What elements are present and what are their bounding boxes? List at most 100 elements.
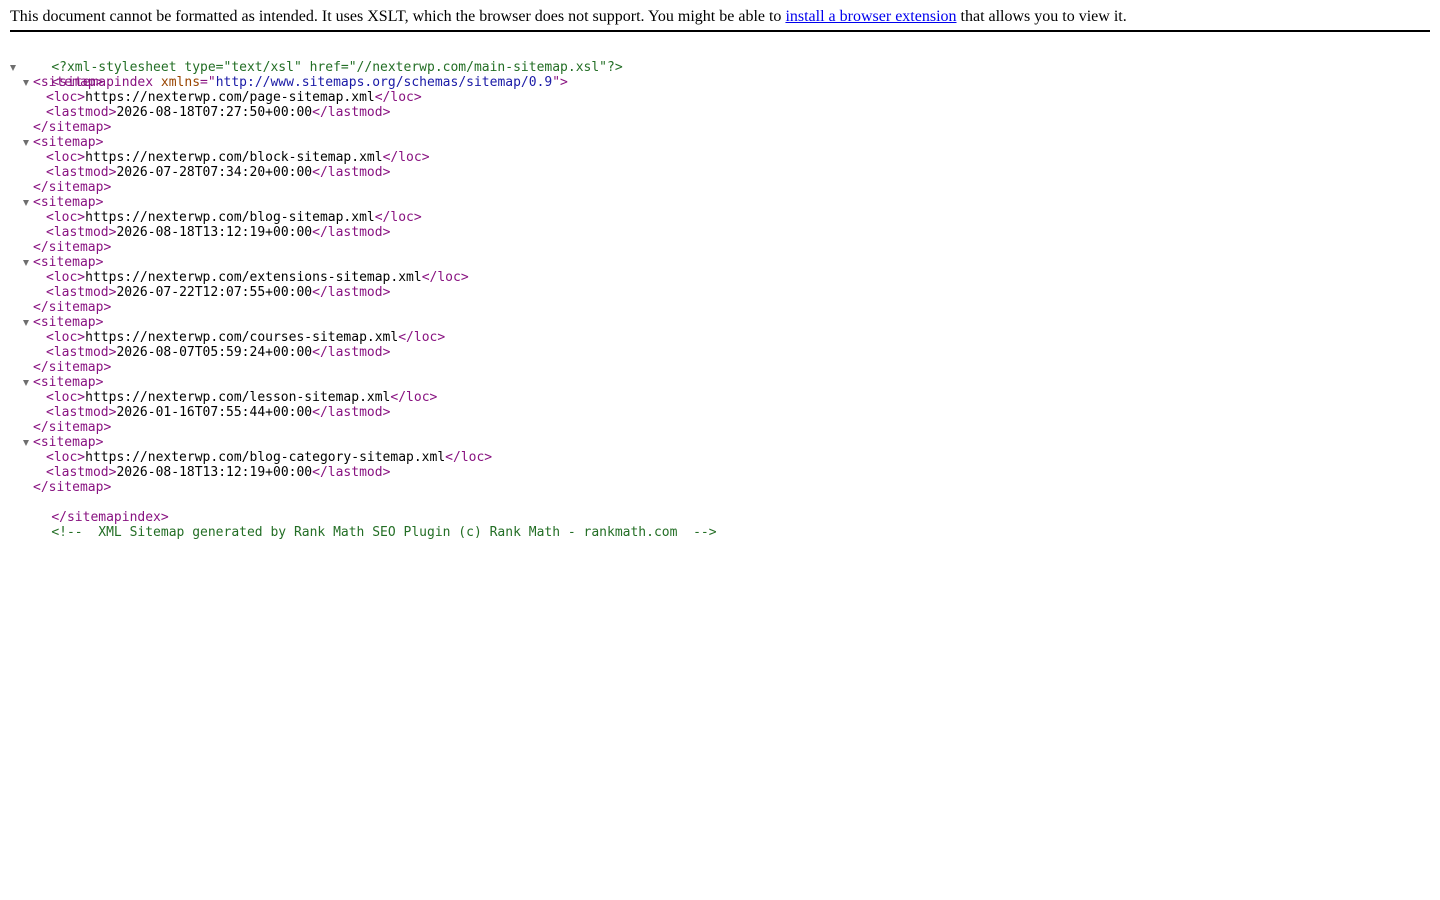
triangle-down-icon[interactable] xyxy=(22,135,32,150)
loc-close-tag: </loc> xyxy=(390,390,438,405)
loc-open-tag: <loc> xyxy=(46,390,86,405)
loc-line: <loc>https://nexterwp.com/page-sitemap.x… xyxy=(0,90,1440,105)
loc-close-tag: </loc> xyxy=(382,150,430,165)
triangle-down-icon[interactable] xyxy=(9,60,19,75)
loc-open-tag: <loc> xyxy=(46,90,86,105)
lastmod-open-tag: <lastmod> xyxy=(46,465,117,480)
sitemap-entry: <sitemap> <loc>https://nexterwp.com/lesso… xyxy=(0,375,1440,435)
lastmod-value: 2026-08-18T13:12:19+00:00 xyxy=(116,225,313,240)
lastmod-open-tag: <lastmod> xyxy=(46,165,117,180)
sitemap-open-line: <sitemap> xyxy=(0,195,1440,210)
lastmod-value: 2026-07-22T12:07:55+00:00 xyxy=(116,285,313,300)
xml-source-tree: <?xml-stylesheet type="text/xsl" href="/… xyxy=(0,45,1440,540)
sitemap-open-line: <sitemap> xyxy=(0,75,1440,90)
loc-line: <loc>https://nexterwp.com/lesson-sitemap… xyxy=(0,390,1440,405)
lastmod-open-tag: <lastmod> xyxy=(46,405,117,420)
lastmod-line: <lastmod>2026-08-07T05:59:24+00:00</last… xyxy=(0,345,1440,360)
banner-text-after: that allows you to view it. xyxy=(956,8,1127,25)
loc-line: <loc>https://nexterwp.com/courses-sitema… xyxy=(0,330,1440,345)
sitemap-entry: <sitemap> <loc>https://nexterwp.com/blog-… xyxy=(0,435,1440,495)
lastmod-value: 2026-01-16T07:55:44+00:00 xyxy=(116,405,313,420)
loc-open-tag: <loc> xyxy=(46,330,86,345)
sitemap-close-line: </sitemap> xyxy=(0,300,1440,315)
sitemap-open-tag: <sitemap> xyxy=(33,435,104,450)
lastmod-close-tag: </lastmod> xyxy=(312,405,391,420)
lastmod-open-tag: <lastmod> xyxy=(46,225,117,240)
lastmod-open-tag: <lastmod> xyxy=(46,105,117,120)
loc-close-tag: </loc> xyxy=(374,210,422,225)
lastmod-line: <lastmod>2026-07-22T12:07:55+00:00</last… xyxy=(0,285,1440,300)
sitemap-open-tag: <sitemap> xyxy=(33,75,104,90)
loc-open-tag: <loc> xyxy=(46,270,86,285)
sitemap-close-tag: </sitemap> xyxy=(33,360,112,375)
lastmod-close-tag: </lastmod> xyxy=(312,225,391,240)
sitemap-entry: <sitemap> <loc>https://nexterwp.com/exten… xyxy=(0,255,1440,315)
lastmod-close-tag: </lastmod> xyxy=(312,285,391,300)
loc-value: https://nexterwp.com/page-sitemap.xml xyxy=(85,90,375,105)
sitemap-open-tag: <sitemap> xyxy=(33,135,104,150)
lastmod-line: <lastmod>2026-01-16T07:55:44+00:00</last… xyxy=(0,405,1440,420)
sitemap-close-line: </sitemap> xyxy=(0,120,1440,135)
loc-open-tag: <loc> xyxy=(46,210,86,225)
triangle-down-icon[interactable] xyxy=(22,435,32,450)
loc-value: https://nexterwp.com/blog-category-sitem… xyxy=(85,450,446,465)
sitemap-list: <sitemap> <loc>https://nexterwp.com/page-… xyxy=(0,75,1440,495)
loc-line: <loc>https://nexterwp.com/extensions-sit… xyxy=(0,270,1440,285)
lastmod-value: 2026-07-28T07:34:20+00:00 xyxy=(116,165,313,180)
loc-value: https://nexterwp.com/lesson-sitemap.xml xyxy=(85,390,391,405)
triangle-down-icon[interactable] xyxy=(22,375,32,390)
lastmod-open-tag: <lastmod> xyxy=(46,345,117,360)
loc-line: <loc>https://nexterwp.com/blog-sitemap.x… xyxy=(0,210,1440,225)
lastmod-line: <lastmod>2026-07-28T07:34:20+00:00</last… xyxy=(0,165,1440,180)
sitemap-close-line: </sitemap> xyxy=(0,180,1440,195)
loc-close-tag: </loc> xyxy=(421,270,469,285)
loc-value: https://nexterwp.com/courses-sitemap.xml xyxy=(85,330,399,345)
loc-value: https://nexterwp.com/blog-sitemap.xml xyxy=(85,210,375,225)
generator-comment: <!-- XML Sitemap generated by Rank Math … xyxy=(51,525,717,540)
loc-line: <loc>https://nexterwp.com/blog-category-… xyxy=(0,450,1440,465)
sitemap-entry: <sitemap> <loc>https://nexterwp.com/blog-… xyxy=(0,195,1440,255)
sitemap-close-tag: </sitemap> xyxy=(33,240,112,255)
lastmod-line: <lastmod>2026-08-18T13:12:19+00:00</last… xyxy=(0,465,1440,480)
sitemap-open-line: <sitemap> xyxy=(0,315,1440,330)
triangle-down-icon[interactable] xyxy=(22,195,32,210)
stylesheet-processing-instruction: <?xml-stylesheet type="text/xsl" href="/… xyxy=(0,45,1440,75)
triangle-down-icon[interactable] xyxy=(22,255,32,270)
sitemap-open-tag: <sitemap> xyxy=(33,315,104,330)
sitemap-close-line: </sitemap> xyxy=(0,420,1440,435)
lastmod-line: <lastmod>2026-08-18T13:12:19+00:00</last… xyxy=(0,225,1440,240)
lastmod-value: 2026-08-18T13:12:19+00:00 xyxy=(116,465,313,480)
sitemap-close-line: </sitemap> xyxy=(0,240,1440,255)
sitemap-open-tag: <sitemap> xyxy=(33,255,104,270)
generator-comment-line: <!-- XML Sitemap generated by Rank Math … xyxy=(0,510,1440,540)
lastmod-open-tag: <lastmod> xyxy=(46,285,117,300)
sitemap-open-line: <sitemap> xyxy=(0,135,1440,150)
sitemap-close-line: </sitemap> xyxy=(0,360,1440,375)
lastmod-close-tag: </lastmod> xyxy=(312,105,391,120)
sitemap-entry: <sitemap> <loc>https://nexterwp.com/block… xyxy=(0,135,1440,195)
sitemap-open-line: <sitemap> xyxy=(0,435,1440,450)
sitemap-open-tag: <sitemap> xyxy=(33,195,104,210)
lastmod-close-tag: </lastmod> xyxy=(312,465,391,480)
xslt-warning-banner: This document cannot be formatted as int… xyxy=(10,0,1430,32)
lastmod-value: 2026-08-07T05:59:24+00:00 xyxy=(116,345,313,360)
lastmod-value: 2026-08-18T07:27:50+00:00 xyxy=(116,105,313,120)
install-extension-link[interactable]: install a browser extension xyxy=(785,8,956,25)
loc-open-tag: <loc> xyxy=(46,450,86,465)
sitemap-close-tag: </sitemap> xyxy=(33,480,112,495)
sitemap-entry: <sitemap> <loc>https://nexterwp.com/page-… xyxy=(0,75,1440,135)
sitemap-close-tag: </sitemap> xyxy=(33,300,112,315)
sitemapindex-close-line: </sitemapindex> xyxy=(0,495,1440,525)
sitemap-entry: <sitemap> <loc>https://nexterwp.com/cours… xyxy=(0,315,1440,375)
sitemap-open-line: <sitemap> xyxy=(0,255,1440,270)
loc-open-tag: <loc> xyxy=(46,150,86,165)
sitemapindex-open-line: <sitemapindex xmlns="http://www.sitemaps… xyxy=(0,60,1440,90)
loc-line: <loc>https://nexterwp.com/block-sitemap.… xyxy=(0,150,1440,165)
triangle-down-icon[interactable] xyxy=(22,315,32,330)
banner-text-before: This document cannot be formatted as int… xyxy=(10,8,786,25)
triangle-down-icon[interactable] xyxy=(22,75,32,90)
sitemap-close-tag: </sitemap> xyxy=(33,180,112,195)
sitemap-open-tag: <sitemap> xyxy=(33,375,104,390)
lastmod-line: <lastmod>2026-08-18T07:27:50+00:00</last… xyxy=(0,105,1440,120)
sitemap-open-line: <sitemap> xyxy=(0,375,1440,390)
